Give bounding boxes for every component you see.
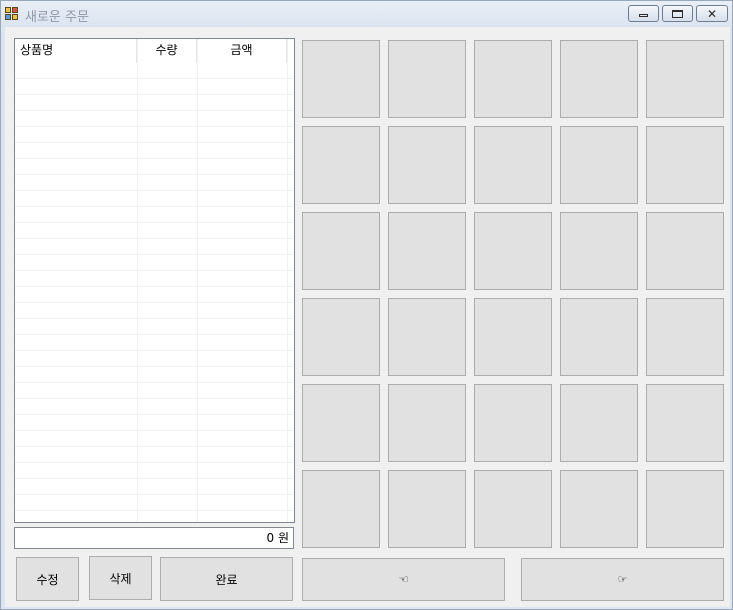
window-title: 새로운 주문 — [25, 10, 89, 25]
menu-item-button[interactable] — [388, 40, 466, 118]
menu-item-button[interactable] — [302, 126, 380, 204]
menu-item-button[interactable] — [646, 40, 724, 118]
column-divider — [137, 39, 138, 522]
close-icon: ✕ — [706, 6, 718, 21]
column-divider — [197, 39, 198, 522]
menu-item-button[interactable] — [388, 212, 466, 290]
menu-item-button[interactable] — [388, 126, 466, 204]
app-icon — [5, 7, 19, 21]
menu-item-button[interactable] — [474, 126, 552, 204]
menu-item-button[interactable] — [302, 40, 380, 118]
column-divider — [287, 39, 288, 522]
menu-item-button[interactable] — [302, 470, 380, 548]
menu-item-button[interactable] — [560, 126, 638, 204]
form-client-area: 상품명 수량 금액 0 원 수정 삭제 완료 ☜ ☞ — [5, 27, 730, 607]
menu-item-button[interactable] — [474, 212, 552, 290]
menu-item-button[interactable] — [388, 470, 466, 548]
menu-item-button[interactable] — [646, 470, 724, 548]
menu-item-button[interactable] — [560, 298, 638, 376]
menu-item-button[interactable] — [388, 384, 466, 462]
menu-item-button[interactable] — [560, 384, 638, 462]
menu-item-button[interactable] — [302, 384, 380, 462]
maximize-icon — [672, 9, 683, 18]
menu-item-button[interactable] — [646, 126, 724, 204]
menu-item-button[interactable] — [646, 384, 724, 462]
menu-item-button[interactable] — [646, 298, 724, 376]
order-list[interactable]: 상품명 수량 금액 — [14, 38, 295, 523]
hand-pointing-right-icon: ☞ — [617, 573, 628, 586]
menu-item-button[interactable] — [560, 40, 638, 118]
next-page-button[interactable]: ☞ — [521, 558, 724, 601]
menu-item-button[interactable] — [388, 298, 466, 376]
delete-button[interactable]: 삭제 — [89, 556, 152, 600]
minimize-button[interactable] — [628, 5, 659, 22]
maximize-button[interactable] — [662, 5, 693, 22]
menu-item-button[interactable] — [302, 298, 380, 376]
total-amount-field: 0 원 — [14, 527, 294, 549]
order-list-header: 상품명 수량 금액 — [15, 39, 294, 63]
column-header-quantity[interactable]: 수량 — [137, 39, 197, 63]
menu-item-button[interactable] — [474, 384, 552, 462]
minimize-icon — [639, 14, 648, 17]
menu-item-button[interactable] — [302, 212, 380, 290]
complete-button[interactable]: 완료 — [160, 557, 293, 601]
column-header-product-name[interactable]: 상품명 — [15, 39, 137, 63]
menu-item-button[interactable] — [646, 212, 724, 290]
menu-item-button[interactable] — [474, 298, 552, 376]
column-header-amount[interactable]: 금액 — [197, 39, 287, 63]
hand-pointing-left-icon: ☜ — [398, 573, 409, 586]
title-bar[interactable]: 새로운 주문 ✕ — [1, 1, 732, 27]
close-button[interactable]: ✕ — [696, 5, 728, 22]
menu-item-button[interactable] — [560, 470, 638, 548]
order-window: 새로운 주문 ✕ 상품명 수량 금액 0 원 수정 삭제 완료 ☜ ☞ — [0, 0, 733, 610]
edit-button[interactable]: 수정 — [16, 557, 79, 601]
menu-item-button[interactable] — [474, 40, 552, 118]
menu-item-button[interactable] — [560, 212, 638, 290]
menu-item-button[interactable] — [474, 470, 552, 548]
prev-page-button[interactable]: ☜ — [302, 558, 505, 601]
order-list-rows — [15, 63, 294, 522]
